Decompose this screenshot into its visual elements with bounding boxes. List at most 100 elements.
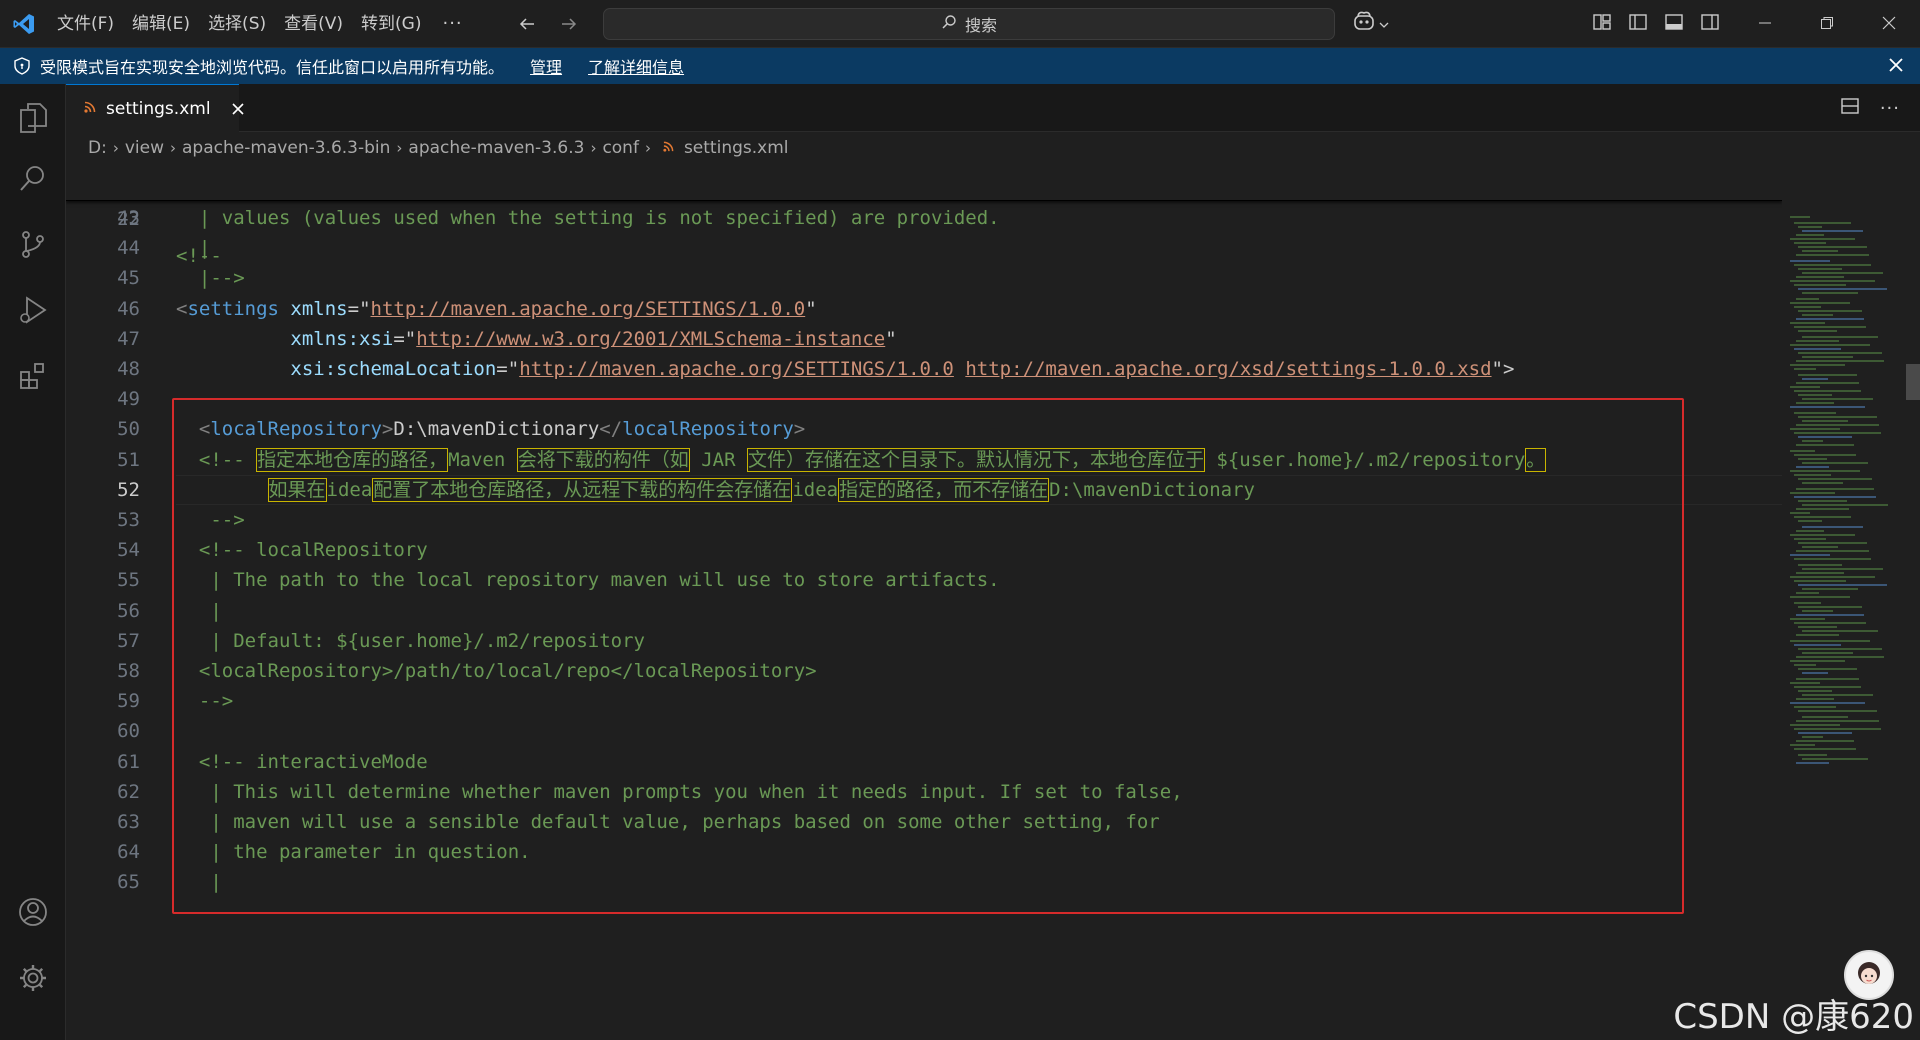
minimap-line [1798,626,1837,628]
source-control-icon[interactable] [0,216,66,272]
tab-settings-xml[interactable]: settings.xml [66,84,244,132]
minimap-line [1798,416,1877,418]
code-line[interactable]: 50 <localRepository>D:\mavenDictionary</… [66,414,1782,444]
minimap-line [1802,652,1853,654]
breadcrumb-item[interactable]: apache-maven-3.6.3 [408,138,584,158]
menu-view[interactable]: 查看(V) [275,0,352,48]
minimap-line [1796,254,1869,256]
line-number: 51 [117,448,140,471]
copilot-button[interactable] [1352,10,1389,36]
code-text: <settings xmlns="http://maven.apache.org… [176,294,817,324]
code-line[interactable]: 51 <!-- 指定本地仓库的路径，Maven 会将下载的构件（如 JAR 文件… [66,445,1782,475]
line-number: 58 [117,660,140,682]
close-icon [1882,15,1896,34]
code-line[interactable]: 64 | the parameter in question. [66,837,1782,867]
breadcrumb-item[interactable]: settings.xml [684,138,789,158]
breadcrumb-item[interactable]: apache-maven-3.6.3-bin [182,138,390,158]
code-text: --> [176,509,245,531]
code-text: <!-- interactiveMode [176,750,428,773]
accounts-icon[interactable] [0,884,66,940]
minimap-line [1794,496,1876,498]
more-actions-icon[interactable]: ··· [1880,98,1900,119]
code-token: http://maven.apache.org/xsd/settings-1.0… [965,358,1492,380]
breadcrumb-item[interactable]: D: [88,138,107,158]
minimap-line [1802,250,1838,252]
code-editor[interactable]: 22 <!-- 43 | values (values used when th… [66,164,1782,1040]
line-number: 59 [117,690,140,713]
code-text: | Default: ${user.home}/.m2/repository [176,629,645,652]
minimap[interactable] [1782,164,1920,1040]
code-token: < [176,297,188,320]
code-text: | maven will use a sensible default valu… [176,811,1160,833]
toggle-primary-sidebar-icon[interactable] [1628,12,1648,36]
code-line[interactable]: 54 <!-- localRepository [66,535,1782,565]
menu-go[interactable]: 转到(G) [352,0,430,48]
minimap-line [1802,336,1878,338]
back-arrow-icon[interactable] [515,12,539,36]
breadcrumb-item[interactable]: conf [602,138,639,158]
menu-file[interactable]: 文件(F) [48,0,123,48]
code-line[interactable]: 55 | The path to the local repository ma… [66,565,1782,595]
code-token: http://maven.apache.org/SETTINGS/1.0.0 [519,358,954,380]
sticky-scroll-line[interactable]: 22 <!-- [66,164,1782,267]
code-line[interactable]: 58 <localRepository>/path/to/local/repo<… [66,656,1782,686]
code-line[interactable]: 46 <settings xmlns="http://maven.apache.o… [66,294,1782,324]
code-line[interactable]: 48 xsi:schemaLocation="http://maven.apac… [66,354,1782,384]
minimap-line [1798,564,1842,566]
code-line[interactable]: 44 | [66,233,1782,263]
code-line[interactable]: 65 | [66,867,1782,897]
menu-edit[interactable]: 编辑(E) [123,0,199,48]
code-line[interactable]: 61 <!-- interactiveMode [66,747,1782,777]
menu-selection[interactable]: 选择(S) [199,0,275,48]
code-line[interactable]: 60 [66,716,1782,746]
minimap-line [1802,568,1883,570]
code-line[interactable]: 47 xmlns:xsi="http://www.w3.org/2001/XML… [66,324,1782,354]
code-line[interactable]: 63 | maven will use a sensible default v… [66,807,1782,837]
minimap-line [1798,288,1887,290]
highlighted-token: 指定的路径，而不存储在 [838,477,1050,502]
banner-close-icon[interactable] [1886,55,1906,79]
minimap-line [1802,356,1853,358]
minimap-line [1790,744,1815,746]
toggle-panel-icon[interactable] [1664,12,1684,36]
explorer-icon[interactable] [0,90,66,146]
command-center-search[interactable]: 搜索 [603,8,1335,40]
banner-manage-link[interactable]: 管理 [530,54,562,78]
minimap-line [1798,668,1857,670]
code-token: " [805,297,817,320]
close-window-button[interactable] [1858,0,1920,48]
search-icon[interactable] [0,150,66,206]
code-line[interactable]: 45 |--> [66,263,1782,293]
customize-layout-icon[interactable] [1592,12,1612,36]
line-number: 63 [117,811,140,833]
restore-button[interactable] [1796,0,1858,48]
toggle-secondary-sidebar-icon[interactable] [1700,12,1720,36]
code-line[interactable]: 43 | values (values used when the settin… [66,203,1782,233]
code-line[interactable]: 62 | This will determine whether maven p… [66,777,1782,807]
vscode-logo-icon [0,0,48,48]
code-line[interactable]: 59 --> [66,686,1782,716]
settings-gear-icon[interactable] [0,950,66,1006]
menu-more-button[interactable]: ··· [430,13,474,34]
tab-close-icon[interactable] [231,102,245,116]
minimap-line [1802,462,1868,464]
code-line[interactable]: 49 [66,384,1782,414]
split-editor-icon[interactable] [1840,96,1860,120]
extensions-icon[interactable] [0,348,66,404]
minimize-button[interactable] [1734,0,1796,48]
breadcrumb-item[interactable]: view [125,138,164,158]
code-line[interactable]: 52 如果在idea配置了本地仓库路径，从远程下载的构件会存储在idea指定的路… [66,474,1782,505]
minimap-line [1798,754,1827,756]
banner-learn-more-link[interactable]: 了解详细信息 [588,54,684,78]
code-text: --> [176,690,234,713]
code-line[interactable]: 56 | [66,596,1782,626]
tab-bar: settings.xml ··· [66,84,1920,132]
code-line[interactable]: 57 | Default: ${user.home}/.m2/repositor… [66,626,1782,656]
forward-arrow-icon[interactable] [557,12,581,36]
run-debug-icon[interactable] [0,282,66,338]
code-line[interactable]: 53 --> [66,505,1782,535]
scrollbar-thumb[interactable] [1906,364,1920,400]
minimap-line [1794,348,1841,350]
minimap-line [1802,610,1833,612]
